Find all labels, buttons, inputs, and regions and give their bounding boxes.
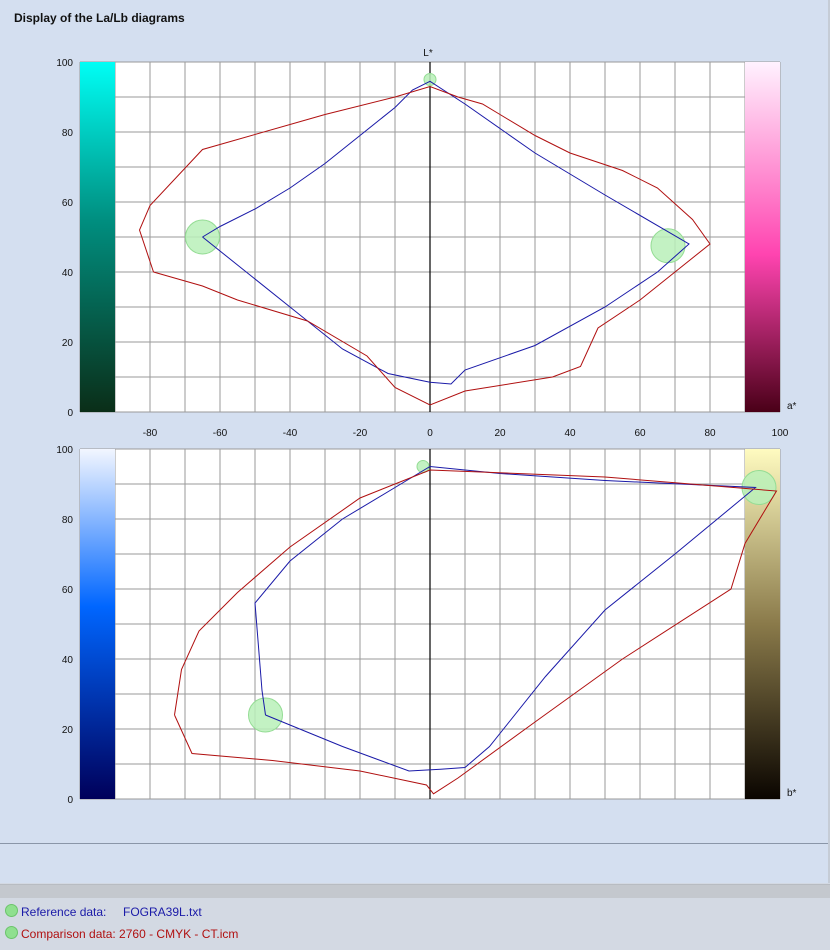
x-tick-label: -60 [213, 428, 228, 439]
x-tick-label: 40 [564, 428, 576, 439]
gamut-marker [650, 228, 686, 264]
x-tick-label: -80 [143, 428, 158, 439]
y-tick-label: 20 [62, 338, 74, 349]
legend-comparison: Comparison data: 2760 - CMYK - CT.icm [5, 926, 238, 941]
legend-panel: Reference data: FOGRA39L.txt Comparison d… [0, 898, 830, 950]
lb-diagram: 0 20 40 60 80 100 b* [56, 445, 796, 806]
y-tick-label: 0 [67, 408, 73, 419]
y-tick-label: 100 [56, 58, 73, 69]
x-tick-label: -40 [283, 428, 298, 439]
x-tick-label: 60 [634, 428, 646, 439]
left-color-bar [80, 62, 115, 412]
status-strip [0, 884, 830, 899]
y-tick-label: 80 [62, 128, 74, 139]
y-tick-label: 20 [62, 725, 74, 736]
reference-dot-icon [5, 904, 18, 917]
right-color-bar [745, 62, 780, 412]
x-tick-label: 100 [772, 428, 789, 439]
lab-diagrams-svg: 0 20 40 60 80 100 -80 -60 -40 -20 0 20 40 60 80 100 L* a*… [56, 48, 796, 806]
y-tick-label: 100 [56, 445, 73, 456]
y-tick-label: 60 [62, 585, 74, 596]
y-tick-label: 0 [67, 795, 73, 806]
x-tick-label: 20 [494, 428, 506, 439]
left-color-bar [80, 449, 115, 799]
y-tick-label: 40 [62, 268, 74, 279]
y-tick-label: 40 [62, 655, 74, 666]
y-tick-label: 60 [62, 198, 74, 209]
y-tick-label: 80 [62, 515, 74, 526]
reference-label: Reference data: [21, 905, 107, 919]
corner-axis-label: a* [787, 401, 797, 412]
reference-file: FOGRA39L.txt [123, 905, 202, 919]
x-tick-label: 80 [704, 428, 716, 439]
x-tick-label: 0 [427, 428, 433, 439]
x-tick-label: -20 [353, 428, 368, 439]
comparison-dot-icon [5, 926, 18, 939]
la-diagram: 0 20 40 60 80 100 -80 -60 -40 -20 0 20 40 60 80 100 L* a* [56, 48, 796, 439]
top-axis-label: L* [423, 48, 433, 59]
corner-axis-label: b* [787, 788, 797, 799]
comparison-label: Comparison data: 2760 - CMYK - CT.icm [21, 927, 239, 941]
legend-reference: Reference data: FOGRA39L.txt [5, 904, 202, 919]
